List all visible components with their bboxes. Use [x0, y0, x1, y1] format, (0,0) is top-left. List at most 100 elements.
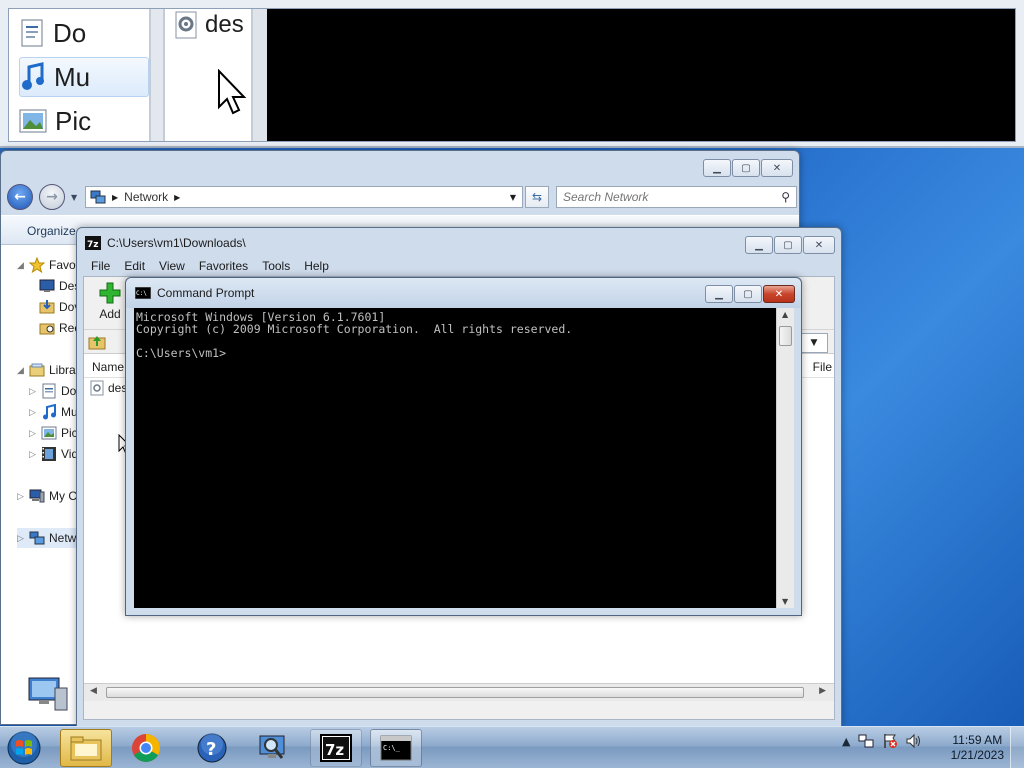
column-header-name[interactable]: Name [92, 360, 124, 374]
menu-file[interactable]: File [91, 259, 110, 273]
taskbar-help[interactable]: ? [186, 729, 238, 767]
tree-item-libraries[interactable]: ◢ Libra [17, 360, 76, 380]
magnified-nav-label: Mu [54, 61, 91, 92]
cmd-titlebar[interactable]: C:\ Command Prompt ▁ ▢ ✕ [126, 278, 801, 308]
breadcrumb-arrow-icon[interactable]: ▶ [112, 193, 118, 202]
forward-button[interactable]: → [39, 184, 65, 210]
refresh-button[interactable]: ⇆ [525, 186, 549, 208]
search-input[interactable] [563, 190, 763, 204]
svg-text:?: ? [206, 739, 216, 760]
tree-item-pictures[interactable]: ▷ Pic [29, 423, 78, 443]
video-icon [42, 447, 56, 461]
menu-favorites[interactable]: Favorites [199, 259, 248, 273]
back-button[interactable]: ← [7, 184, 33, 210]
maximize-button[interactable]: ▢ [734, 285, 762, 303]
magnified-nav-pane: Do Mu Pic [9, 9, 149, 141]
maximize-button[interactable]: ▢ [732, 159, 760, 177]
taskbar-7zip[interactable]: 7z [310, 729, 362, 767]
expand-arrow-icon[interactable]: ▷ [17, 533, 25, 544]
vertical-scrollbar[interactable]: ▲ ▼ [776, 308, 794, 608]
magnified-file-label: des [205, 11, 244, 38]
menu-help[interactable]: Help [304, 259, 329, 273]
organize-button[interactable]: Organize [27, 224, 76, 238]
network-navigation-bar: ← → ▼ ▶ Network ▶ ▼ ⇆ ⚲ [7, 183, 797, 211]
recent-pages-chevron-icon[interactable]: ▼ [71, 193, 77, 202]
scrollbar-thumb[interactable] [779, 326, 792, 346]
magnified-cursor-icon [218, 69, 247, 115]
expand-arrow-icon[interactable]: ▷ [29, 428, 37, 439]
breadcrumb-arrow-icon[interactable]: ▶ [174, 193, 180, 202]
tree-item-desktop[interactable]: Des [39, 276, 80, 296]
close-button[interactable]: ✕ [761, 159, 793, 177]
collapse-arrow-icon[interactable]: ◢ [17, 365, 25, 376]
start-button[interactable] [4, 729, 44, 767]
show-hidden-icons-icon[interactable]: ▲ [842, 735, 850, 748]
menu-edit[interactable]: Edit [124, 259, 145, 273]
action-center-icon[interactable] [882, 733, 898, 749]
svg-text:C:\: C:\ [136, 290, 147, 297]
taskbar-command-prompt[interactable]: C:\_ [370, 729, 422, 767]
scroll-left-icon[interactable]: ◀ [90, 686, 97, 696]
tree-item-computer[interactable]: ▷ My C [17, 486, 77, 506]
maximize-button[interactable]: ▢ [774, 236, 802, 254]
menu-view[interactable]: View [159, 259, 185, 273]
expand-arrow-icon[interactable]: ▷ [29, 407, 37, 418]
close-button[interactable]: ✕ [803, 236, 835, 254]
network-titlebar[interactable]: ▁ ▢ ✕ [1, 151, 799, 181]
collapse-arrow-icon[interactable]: ◢ [17, 260, 25, 271]
taskbar-explorer[interactable] [60, 729, 112, 767]
column-header-file[interactable]: File [813, 360, 832, 374]
add-label: Add [99, 307, 121, 321]
expand-arrow-icon[interactable]: ▷ [17, 491, 25, 502]
tree-item-recent[interactable]: Rec [39, 318, 80, 338]
magnified-console-area [267, 9, 1015, 141]
minimize-button[interactable]: ▁ [703, 159, 731, 177]
address-bar[interactable]: ▶ Network ▶ ▼ [85, 186, 523, 208]
close-button[interactable]: ✕ [763, 285, 795, 303]
pictures-icon [41, 426, 57, 440]
minimize-button[interactable]: ▁ [745, 236, 773, 254]
add-button[interactable]: Add [90, 281, 130, 325]
tree-item-downloads[interactable]: Dov [39, 297, 80, 317]
magnified-splitter [149, 9, 165, 141]
address-text[interactable]: Network [124, 190, 168, 204]
tree-item-documents[interactable]: ▷ Do [29, 381, 76, 401]
tree-item-favorites[interactable]: ◢ Favo [17, 255, 76, 275]
folder-up-icon[interactable] [88, 333, 106, 351]
scroll-down-icon[interactable]: ▼ [782, 597, 788, 606]
taskbar: ? 7z C:\_ ▲ 11:59 AM 1/21/2023 [0, 726, 1024, 768]
magnified-nav-item-pictures: Pic [19, 101, 149, 141]
search-box[interactable]: ⚲ [556, 186, 797, 208]
network-status-icon[interactable] [858, 733, 874, 749]
folder-icon [70, 736, 102, 761]
scroll-up-icon[interactable]: ▲ [782, 310, 788, 319]
plus-icon [99, 282, 121, 304]
minimize-button[interactable]: ▁ [705, 285, 733, 303]
path-dropdown-icon[interactable]: ▼ [800, 333, 828, 353]
taskbar-chrome[interactable] [120, 729, 172, 767]
scroll-right-icon[interactable]: ▶ [819, 686, 826, 696]
address-dropdown-icon[interactable]: ▼ [510, 193, 516, 202]
tree-item-music[interactable]: ▷ Mu [29, 402, 78, 422]
volume-icon[interactable] [906, 733, 922, 749]
cmd-icon: C:\ [135, 287, 151, 299]
menu-tools[interactable]: Tools [262, 259, 290, 273]
tree-item-videos[interactable]: ▷ Vid [29, 444, 78, 464]
window-title: Command Prompt [157, 286, 255, 300]
list-item[interactable]: des [90, 380, 127, 396]
clock[interactable]: 11:59 AM 1/21/2023 [951, 733, 1004, 763]
expand-arrow-icon[interactable]: ▷ [29, 386, 37, 397]
horizontal-scrollbar[interactable]: ◀ ▶ [84, 683, 834, 701]
console-output[interactable]: Microsoft Windows [Version 6.1.7601] Copy… [134, 308, 776, 608]
magnified-nav-label: Do [53, 17, 87, 48]
expand-arrow-icon[interactable]: ▷ [29, 449, 37, 460]
tree-label: Do [61, 384, 77, 398]
network-icon [90, 190, 106, 204]
show-desktop-button[interactable] [1010, 727, 1024, 768]
search-icon[interactable]: ⚲ [781, 190, 790, 204]
7zip-titlebar[interactable]: 7z C:\Users\vm1\Downloads\ ▁ ▢ ✕ [77, 228, 841, 258]
taskbar-magnifier[interactable] [246, 729, 298, 767]
tree-item-network[interactable]: ▷ Netw [17, 528, 81, 548]
scrollbar-thumb[interactable] [106, 687, 804, 698]
